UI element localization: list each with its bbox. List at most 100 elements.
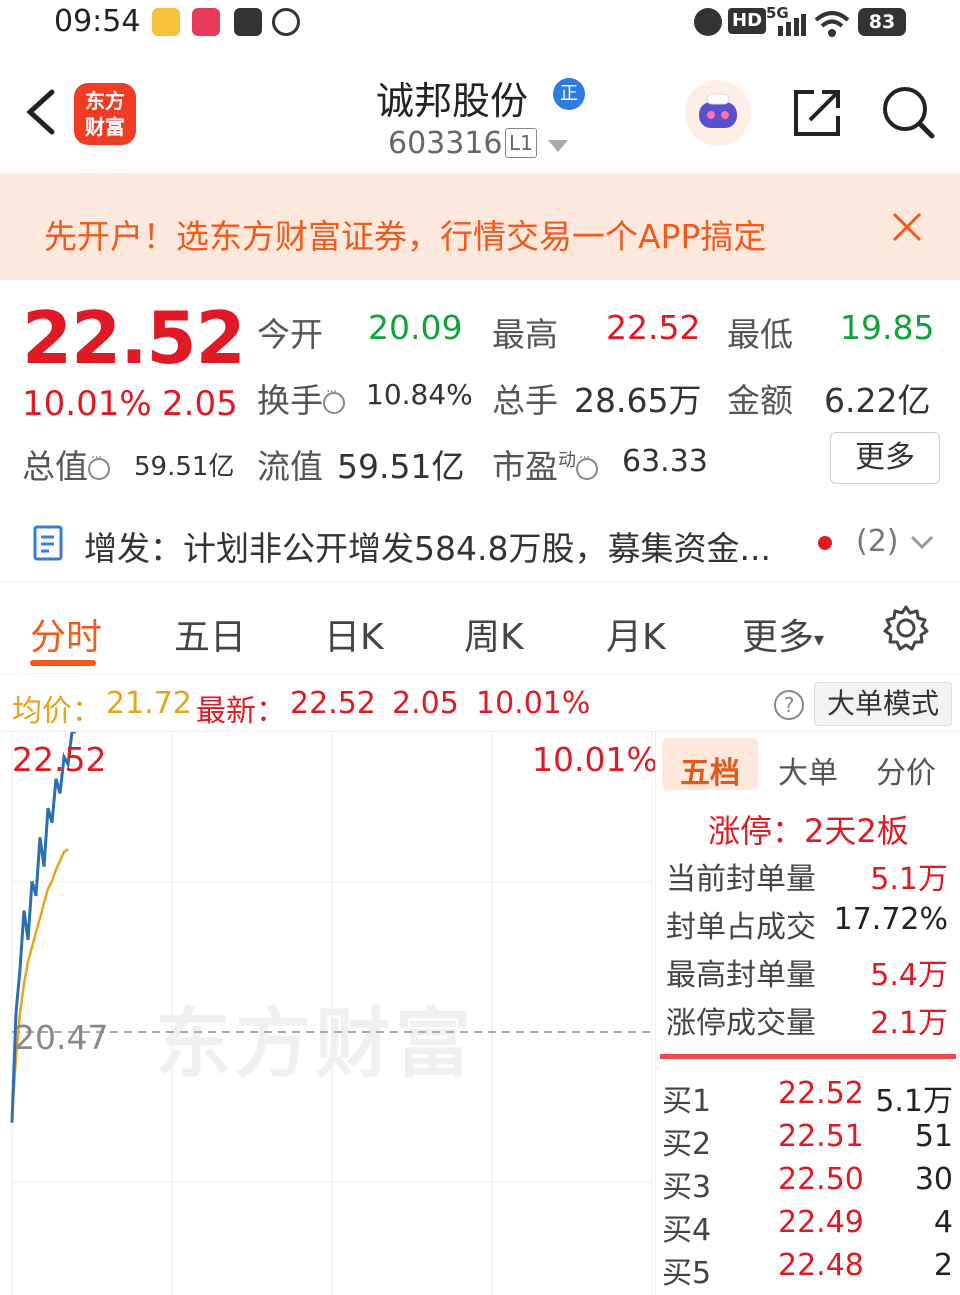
tab-price-split[interactable]: 分价 [876,748,936,792]
hd-badge: HD [728,8,767,34]
status-time: 09:54 [54,4,141,39]
document-icon [33,525,63,561]
close-icon[interactable] [890,210,924,244]
more-button[interactable]: 更多 [830,432,940,484]
notice-count: (2) [856,524,899,559]
info-dots-icon[interactable] [88,450,110,480]
chart-mid-label: 20.47 [14,1018,109,1057]
turnover-value: 10.84% [366,378,473,411]
app-icon-2 [272,8,300,36]
high-label: 最高 [492,315,558,354]
bid-row[interactable]: 买3 22.50 30 [656,1162,960,1205]
seal-ratio-label: 封单占成交 [666,910,816,945]
gear-icon[interactable] [882,604,930,652]
limit-up-title: 涨停：2天2板 [708,812,909,850]
tab-intraday[interactable]: 分时 [30,608,102,660]
low-label: 最低 [727,315,793,354]
price-info-row: 均价： 21.72 最新： 22.52 2.05 10.01% ? 大单模式 [0,676,960,732]
caret-down-icon[interactable] [548,140,568,152]
amount-label: 金额 [727,381,793,420]
seal-volume-label: 当前封单量 [666,862,816,897]
notice-text: 增发：计划非公开增发584.8万股，募集资金... [84,529,771,568]
tab-five-day[interactable]: 五日 [174,608,246,660]
open-label: 今开 [257,315,323,354]
market-cap-value: 59.51亿 [134,452,235,482]
robot-assistant-icon[interactable] [685,80,751,146]
help-icon[interactable]: ? [774,690,804,720]
market-cap-label: 总值 [22,440,110,488]
bid-label: 买1 [662,1084,712,1119]
stock-header: 东方财富 诚邦股份 正 603316 L1 [0,56,960,174]
tab-weekly-k[interactable]: 周K [464,608,524,660]
volume-label: 总手 [492,381,558,420]
order-book: 五档 大单 分价 涨停：2天2板 当前封单量 5.1万 封单占成交 17.72%… [655,732,960,1295]
active-tab-indicator [30,660,96,666]
search-icon[interactable] [880,84,936,140]
bid-row[interactable]: 买4 22.49 4 [656,1205,960,1248]
app-logo: 东方财富 [74,83,136,145]
status-bar: 09:54 HD 5G 83 [0,0,960,48]
notice-bar[interactable]: 增发：计划非公开增发584.8万股，募集资金... (2) [0,506,960,582]
big-order-mode-button[interactable]: 大单模式 [814,682,952,726]
turnover-label: 换手 [257,374,345,422]
amount-value: 6.22亿 [824,381,931,420]
float-cap-label: 流值 [257,447,323,486]
latest-value: 22.52 [290,686,376,721]
tab-five-levels[interactable]: 五档 [680,748,740,792]
chevron-down-icon[interactable] [910,534,934,550]
chart-canvas [10,732,653,1295]
bid-row[interactable]: 买5 22.48 2 [656,1248,960,1291]
bid-price: 22.49 [778,1205,864,1240]
bid-row[interactable]: 买1 22.52 5.1万 [656,1076,960,1119]
bid-label: 买3 [662,1170,712,1205]
alarm-icon [694,8,722,36]
avg-label: 均价： [12,694,102,729]
verified-badge: 正 [553,78,585,110]
pe-value: 63.33 [622,444,708,479]
bid-price: 22.48 [778,1248,864,1283]
bid-price: 22.50 [778,1162,864,1197]
avg-value: 21.72 [106,686,192,721]
bid-qty: 51 [914,1119,953,1154]
limit-volume-label: 涨停成交量 [666,1006,816,1041]
caret-down-icon: ▾ [814,627,825,651]
share-icon[interactable] [790,86,844,140]
bid-qty: 30 [914,1162,953,1197]
low-value: 19.85 [840,308,935,347]
seal-volume-value: 5.1万 [870,862,948,897]
promo-banner[interactable]: 先开户！选东方财富证券，行情交易一个APP搞定 [0,174,960,280]
unread-dot [818,536,832,550]
tab-daily-k[interactable]: 日K [324,608,384,660]
weibo-icon [152,8,180,36]
info-dots-icon[interactable] [323,384,345,414]
tab-big-order[interactable]: 大单 [778,748,838,792]
pe-label: 市盈动 [492,440,598,488]
chart-tabs: 分时 五日 日K 周K 月K 更多▾ [0,594,960,674]
battery-indicator: 83 [858,8,906,36]
bid-label: 买4 [662,1213,712,1248]
app-icon [192,8,220,36]
info-dots-icon[interactable] [576,450,598,480]
change-percent: 10.01% [22,384,152,424]
bid-qty: 2 [933,1248,953,1283]
wifi-icon [814,11,850,37]
back-arrow-icon[interactable] [22,88,62,136]
chart-grid [11,732,653,1295]
price-line [10,732,76,1123]
change-amount: 2.05 [162,384,238,424]
latest-percent: 10.01% [476,686,591,721]
signal-icon [778,14,806,36]
intraday-chart[interactable]: 东方财富 22.52 10.01% 20.47 [0,732,658,1295]
bid-row[interactable]: 买2 22.51 51 [656,1119,960,1162]
open-value: 20.09 [368,308,463,347]
mail-icon [234,8,262,36]
book-separator [660,1054,956,1059]
tab-more[interactable]: 更多▾ [742,608,824,660]
max-seal-label: 最高封单量 [666,958,816,993]
high-value: 22.52 [606,308,701,347]
stock-name: 诚邦股份 [376,79,529,123]
bid-label: 买5 [662,1256,712,1291]
avg-price-line [10,848,69,1116]
tab-monthly-k[interactable]: 月K [606,608,666,660]
latest-label: 最新： [196,694,286,729]
